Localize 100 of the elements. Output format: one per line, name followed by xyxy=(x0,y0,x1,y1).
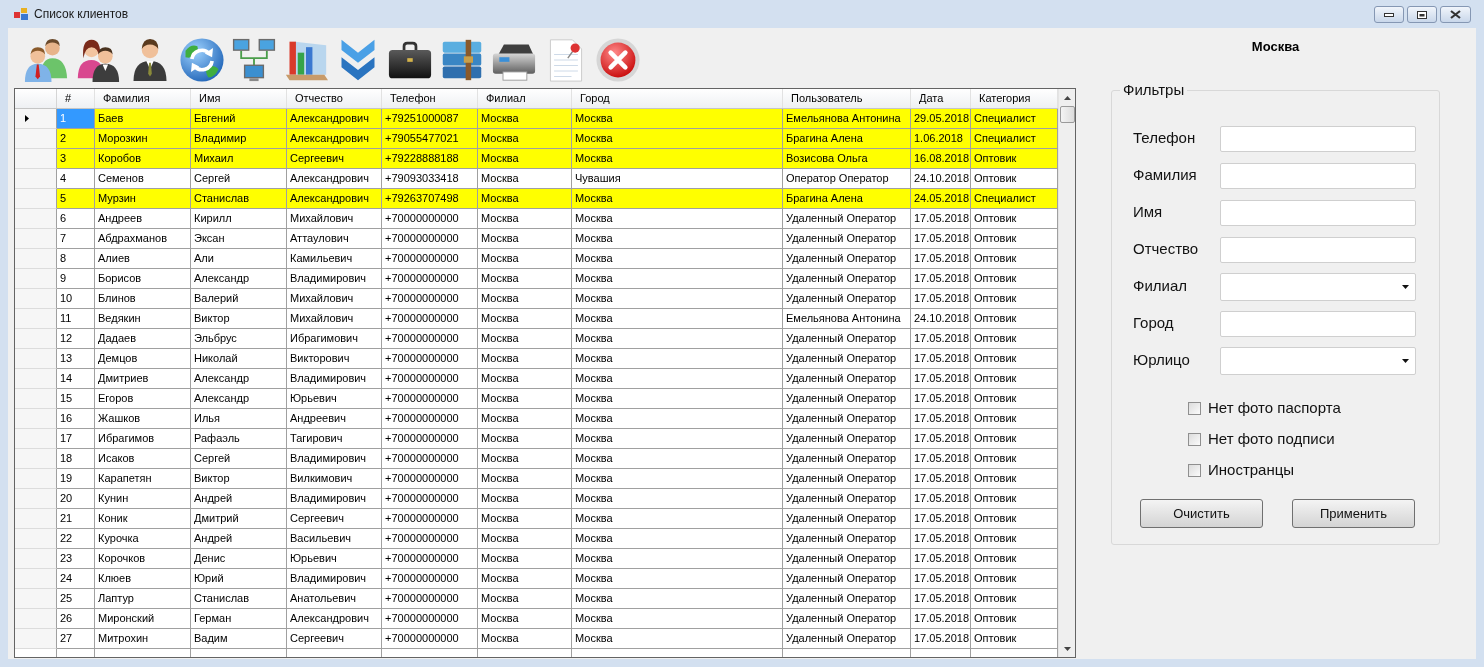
field-label: Юрлицо xyxy=(1133,350,1191,371)
dropdown-field[interactable] xyxy=(1220,346,1416,375)
column-header[interactable]: Отчество xyxy=(287,89,382,108)
scroll-down-icon[interactable] xyxy=(1063,646,1071,651)
table-row[interactable]: 23 Корочков Денис Юрьевич +70000000000 Москва Москва Удаленный Оператор 17.05.2018 Оптовик xyxy=(57,549,1058,569)
table-row[interactable]: 3 Коробов Михаил Сергеевич +79228888188 Москва Москва Возисова Ольга 16.08.2018 Оптовик xyxy=(57,149,1058,169)
globe-refresh-icon[interactable] xyxy=(180,38,224,82)
field-label: Отчество xyxy=(1133,239,1200,260)
row-header[interactable] xyxy=(15,169,57,189)
row-header[interactable] xyxy=(15,449,57,469)
column-header[interactable]: Фамилия xyxy=(95,89,191,108)
table-row[interactable]: 13 Демцов Николай Викторович +70000000000 Москва Москва Удаленный Оператор 17.05.2018 Оптовик xyxy=(57,349,1058,369)
row-header[interactable] xyxy=(15,309,57,329)
field-label: Город xyxy=(1133,313,1175,334)
two-men-icon[interactable] xyxy=(24,38,68,82)
row-header[interactable] xyxy=(15,489,57,509)
table-row[interactable]: 27 Митрохин Вадим Сергеевич +70000000000 Москва Москва Удаленный Оператор 17.05.2018 Оптовик xyxy=(57,629,1058,649)
table-row[interactable]: 25 Лаптур Станислав Анатольевич +70000000000 Москва Москва Удаленный Оператор 17.05.2018 Оптовик xyxy=(57,589,1058,609)
column-header[interactable]: # xyxy=(57,89,95,108)
row-header[interactable] xyxy=(15,589,57,609)
table-row[interactable]: 16 Жашков Илья Андреевич +70000000000 Москва Москва Удаленный Оператор 17.05.2018 Оптовик xyxy=(57,409,1058,429)
row-header[interactable] xyxy=(15,229,57,249)
table-row[interactable]: 17 Ибрагимов Рафаэль Тагирович +70000000000 Москва Москва Удаленный Оператор 17.05.2018 Оптовик xyxy=(57,429,1058,449)
table-row[interactable]: 11 Ведякин Виктор Михайлович +70000000000 Москва Москва Емельянова Антонина 24.10.2018 Оптовик xyxy=(57,309,1058,329)
table-row[interactable]: 24 Клюев Юрий Владимирович +70000000000 Москва Москва Удаленный Оператор 17.05.2018 Оптовик xyxy=(57,569,1058,589)
vertical-scrollbar[interactable] xyxy=(1058,89,1075,657)
checkbox[interactable] xyxy=(1188,402,1201,415)
city-label: Москва xyxy=(1251,38,1300,55)
row-header[interactable] xyxy=(15,289,57,309)
row-header[interactable] xyxy=(15,149,57,169)
row-header[interactable] xyxy=(15,529,57,549)
maximize-icon xyxy=(1417,10,1427,19)
column-header[interactable]: Пользователь xyxy=(783,89,911,108)
column-header[interactable]: Филиал xyxy=(478,89,572,108)
text-input[interactable] xyxy=(1220,310,1416,337)
books-icon[interactable] xyxy=(440,38,484,82)
table-row[interactable]: 2 Морозкин Владимир Александрович +79055477021 Москва Москва Брагина Алена 1.06.2018 Специалист xyxy=(57,129,1058,149)
table-row[interactable]: 26 Миронский Герман Александрович +70000000000 Москва Москва Удаленный Оператор 17.05.2018 Оптовик xyxy=(57,609,1058,629)
table-cell: 17.05.2018 xyxy=(911,629,971,649)
row-header[interactable] xyxy=(15,269,57,289)
table-row[interactable]: 19 Карапетян Виктор Вилкимович +70000000000 Москва Москва Удаленный Оператор 17.05.2018 Оптовик xyxy=(57,469,1058,489)
table-row[interactable]: 22 Курочка Андрей Васильевич +70000000000 Москва Москва Удаленный Оператор 17.05.2018 Оптовик xyxy=(57,529,1058,549)
row-header[interactable] xyxy=(15,109,57,129)
row-header[interactable] xyxy=(15,429,57,449)
table-row[interactable]: 8 Алиев Али Камильевич +70000000000 Москва Москва Удаленный Оператор 17.05.2018 Оптовик xyxy=(57,249,1058,269)
table-row[interactable]: 1 Баев Евгений Александрович +79251000087 Москва Москва Емельянова Антонина 29.05.2018 Специалист xyxy=(57,109,1058,129)
row-header[interactable] xyxy=(15,389,57,409)
column-header[interactable]: Имя xyxy=(191,89,287,108)
checkbox[interactable] xyxy=(1188,433,1201,446)
close-icon[interactable] xyxy=(596,38,640,82)
row-header[interactable] xyxy=(15,249,57,269)
table-row[interactable]: 9 Борисов Александр Владимирович +70000000000 Москва Москва Удаленный Оператор 17.05.2018 Оптовик xyxy=(57,269,1058,289)
row-header[interactable] xyxy=(15,209,57,229)
column-header[interactable]: Дата xyxy=(911,89,971,108)
row-header[interactable] xyxy=(15,629,57,649)
woman-and-man-icon[interactable] xyxy=(76,38,120,82)
text-input[interactable] xyxy=(1220,236,1416,263)
row-header[interactable] xyxy=(15,369,57,389)
table-row[interactable]: 4 Семенов Сергей Александрович +79093033418 Москва Чувашия Оператор Оператор 24.10.2018 Оптовик xyxy=(57,169,1058,189)
scroll-up-icon[interactable] xyxy=(1063,95,1071,100)
row-header[interactable] xyxy=(15,129,57,149)
table-cell: Сергеевич xyxy=(287,629,382,649)
table-row[interactable]: 20 Кунин Андрей Владимирович +70000000000 Москва Москва Удаленный Оператор 17.05.2018 Оптовик xyxy=(57,489,1058,509)
row-header[interactable] xyxy=(15,609,57,629)
column-header[interactable]: Телефон xyxy=(382,89,478,108)
table-row[interactable]: 21 Коник Дмитрий Сергеевич +70000000000 Москва Москва Удаленный Оператор 17.05.2018 Оптовик xyxy=(57,509,1058,529)
dropdown-field[interactable] xyxy=(1220,272,1416,301)
window-title: Список клиентов xyxy=(34,6,129,23)
scrollbar-thumb[interactable] xyxy=(1059,106,1075,123)
row-header[interactable] xyxy=(15,409,57,429)
table-row[interactable]: 14 Дмитриев Александр Владимирович +70000000000 Москва Москва Удаленный Оператор 17.05.2018 Оптовик xyxy=(57,369,1058,389)
field-label: Фамилия xyxy=(1133,165,1198,186)
table-row[interactable]: 15 Егоров Александр Юрьевич +70000000000 Москва Москва Удаленный Оператор 17.05.2018 Оптовик xyxy=(57,389,1058,409)
table-row[interactable]: 12 Дадаев Эльбрус Ибрагимович +70000000000 Москва Москва Удаленный Оператор 17.05.2018 Оптовик xyxy=(57,329,1058,349)
minimize-icon xyxy=(1384,12,1394,17)
checkbox[interactable] xyxy=(1188,464,1201,477)
row-header[interactable] xyxy=(15,189,57,209)
close-button[interactable] xyxy=(1440,6,1471,23)
caret-down-icon xyxy=(1402,358,1409,363)
checkbox-label: Нет фото паспорта xyxy=(1208,398,1341,419)
table-row[interactable]: 5 Мурзин Станислав Александрович +79263707498 Москва Москва Брагина Алена 24.05.2018 Специалист xyxy=(57,189,1058,209)
text-input[interactable] xyxy=(1220,162,1416,189)
row-header[interactable] xyxy=(15,509,57,529)
column-header[interactable]: Город xyxy=(572,89,783,108)
maximize-button[interactable] xyxy=(1407,6,1437,23)
minimize-button[interactable] xyxy=(1374,6,1404,23)
row-header[interactable] xyxy=(15,569,57,589)
network-computers-icon[interactable] xyxy=(232,38,276,82)
row-header[interactable] xyxy=(15,349,57,369)
table-row[interactable]: 7 Абдрахманов Эксан Аттаулович +70000000000 Москва Москва Удаленный Оператор 17.05.2018 Оптовик xyxy=(57,229,1058,249)
table-row[interactable]: 6 Андреев Кирилл Михайлович +70000000000 Москва Москва Удаленный Оператор 17.05.2018 Оптовик xyxy=(57,209,1058,229)
row-header[interactable] xyxy=(15,549,57,569)
text-input[interactable] xyxy=(1220,199,1416,226)
row-header[interactable] xyxy=(15,329,57,349)
clear-button[interactable]: Очистить xyxy=(1140,499,1263,528)
text-input[interactable] xyxy=(1220,125,1416,152)
apply-button[interactable]: Применить xyxy=(1292,499,1415,528)
table-row[interactable]: 18 Исаков Сергей Владимирович +70000000000 Москва Москва Удаленный Оператор 17.05.2018 Оптовик xyxy=(57,449,1058,469)
row-header[interactable] xyxy=(15,469,57,489)
table-row[interactable]: 10 Блинов Валерий Михайлович +70000000000 Москва Москва Удаленный Оператор 17.05.2018 Оптовик xyxy=(57,289,1058,309)
